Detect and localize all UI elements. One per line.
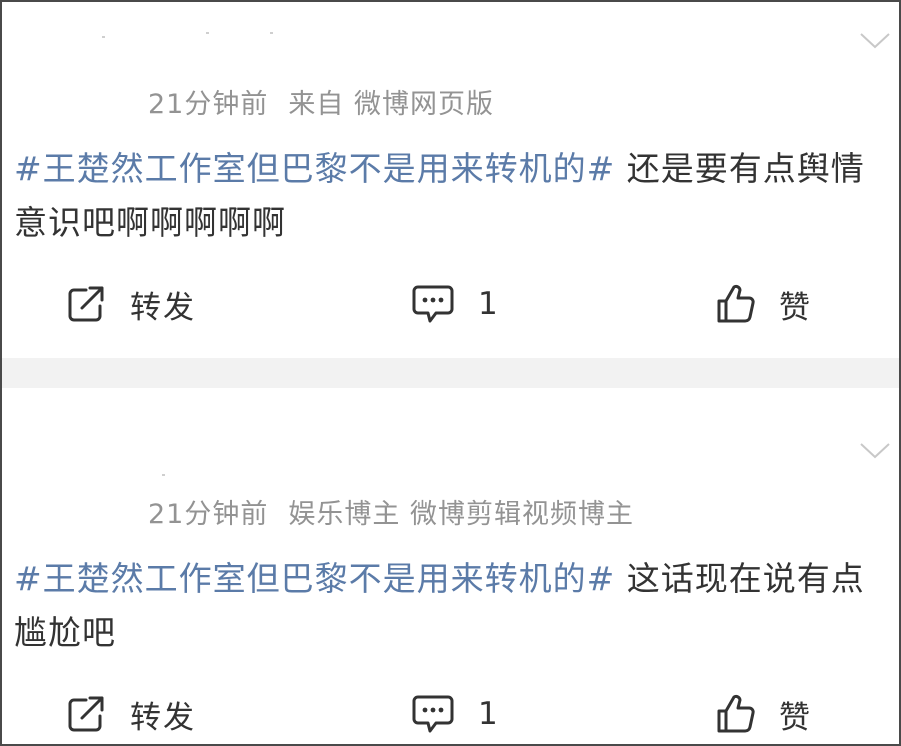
- comment-icon: [412, 285, 454, 323]
- repost-label: 转发: [130, 699, 196, 736]
- comment-count: 1: [478, 696, 500, 732]
- action-bar: 转发 1 赞: [2, 688, 899, 740]
- like-icon: [717, 284, 755, 323]
- post-content: #王楚然工作室但巴黎不是用来转机的# 还是要有点舆情意识吧啊啊啊啊啊: [14, 142, 874, 250]
- post-meta: 21分钟前 来自 微博网页版: [148, 82, 494, 121]
- post-time: 21分钟前: [148, 499, 269, 530]
- like-label: 赞: [779, 289, 812, 326]
- like-button[interactable]: 赞: [715, 688, 812, 740]
- like-button[interactable]: 赞: [715, 278, 812, 330]
- comment-button[interactable]: 1: [410, 278, 500, 330]
- comment-count: 1: [478, 286, 500, 322]
- post-card: 21分钟前 来自 微博网页版 #王楚然工作室但巴黎不是用来转机的# 还是要有点舆情…: [2, 2, 899, 358]
- topic-link[interactable]: #王楚然工作室但巴黎不是用来转机的#: [14, 149, 615, 188]
- repost-icon: [68, 286, 104, 322]
- repost-label: 转发: [130, 289, 196, 326]
- faint-marks: [102, 418, 282, 476]
- comment-icon: [412, 695, 454, 733]
- separator: [2, 358, 899, 388]
- repost-icon: [68, 696, 104, 732]
- faint-marks: [102, 32, 282, 42]
- topic-link[interactable]: #王楚然工作室但巴黎不是用来转机的#: [14, 559, 615, 598]
- action-bar: 转发 1 赞: [2, 278, 899, 330]
- post-card: 21分钟前 娱乐博主 微博剪辑视频博主 #王楚然工作室但巴黎不是用来转机的# 这话…: [2, 388, 899, 744]
- post-source: 来自 微博网页版: [288, 89, 494, 120]
- repost-button[interactable]: 转发: [66, 688, 196, 740]
- feed: 21分钟前 来自 微博网页版 #王楚然工作室但巴黎不是用来转机的# 还是要有点舆情…: [0, 0, 901, 746]
- chevron-down-icon[interactable]: [859, 30, 891, 52]
- post-content: #王楚然工作室但巴黎不是用来转机的# 这话现在说有点尴尬吧: [14, 552, 874, 660]
- like-icon: [717, 694, 755, 733]
- post-time: 21分钟前: [148, 89, 269, 120]
- chevron-down-icon[interactable]: [859, 440, 891, 462]
- comment-button[interactable]: 1: [410, 688, 500, 740]
- like-label: 赞: [779, 699, 812, 736]
- post-source: 娱乐博主 微博剪辑视频博主: [288, 499, 634, 530]
- repost-button[interactable]: 转发: [66, 278, 196, 330]
- post-meta: 21分钟前 娱乐博主 微博剪辑视频博主: [148, 492, 634, 531]
